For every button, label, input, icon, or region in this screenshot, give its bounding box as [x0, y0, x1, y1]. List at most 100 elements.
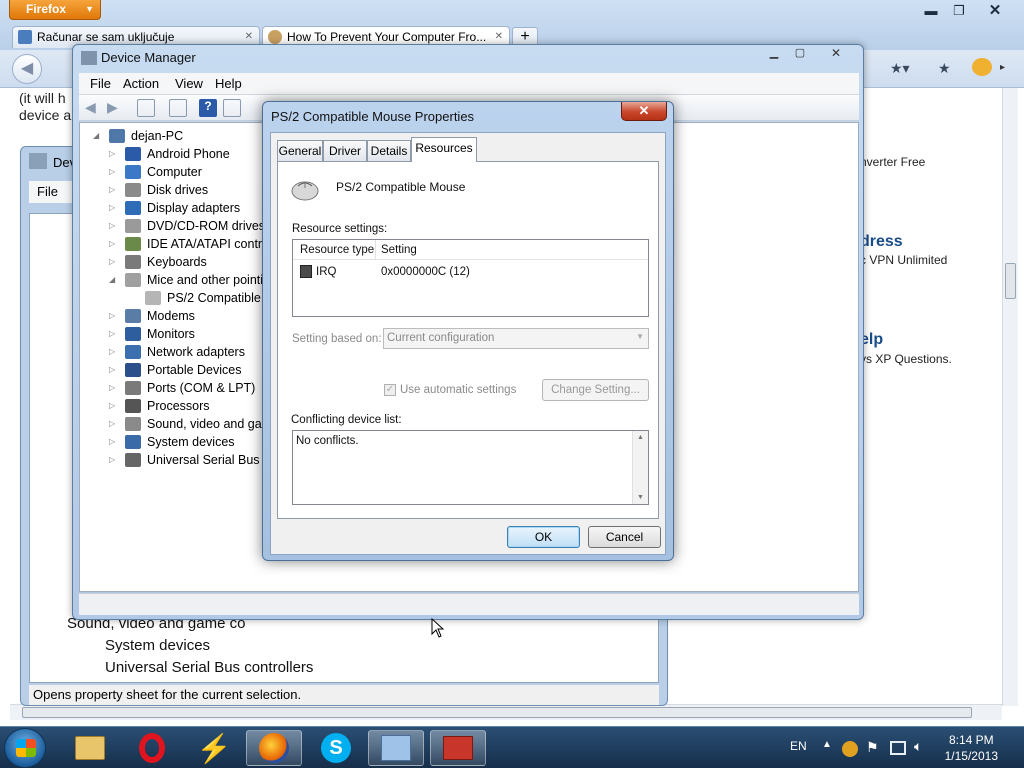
table-row[interactable]: IRQ 0x0000000C (12)	[293, 262, 648, 282]
setting-based-on-select[interactable]: Current configuration ▼	[383, 328, 649, 349]
menu-view[interactable]: View	[175, 76, 203, 91]
column-header-setting[interactable]: Setting	[381, 244, 417, 256]
expand-icon[interactable]: ▷	[109, 217, 119, 235]
side-heading-1[interactable]: dress	[860, 233, 903, 251]
maximize-icon[interactable]: ▢	[789, 45, 811, 63]
tab-driver[interactable]: Driver	[323, 140, 367, 161]
taskbar-device-manager[interactable]	[368, 730, 424, 766]
tree-item[interactable]: ▷ Computer	[109, 163, 202, 181]
tree-item[interactable]: ▷ Monitors	[109, 325, 195, 343]
overflow-icon[interactable]: ▸	[1000, 62, 1005, 73]
close-icon[interactable]: ✕	[815, 45, 857, 63]
taskbar-app[interactable]: ⚡	[186, 730, 242, 766]
expand-icon[interactable]: ▷	[109, 325, 119, 343]
bookmark-star-icon[interactable]: ★▾	[890, 60, 910, 77]
tree-item[interactable]: ▷ Universal Serial Bus co	[109, 451, 276, 469]
expand-icon[interactable]: ▷	[109, 199, 119, 217]
menu-help[interactable]: Help	[215, 76, 242, 91]
volume-icon[interactable]: 🔈︎	[914, 738, 922, 755]
expand-icon[interactable]: ▷	[109, 379, 119, 397]
clock[interactable]: 8:14 PM 1/15/2013	[945, 732, 998, 764]
help-icon[interactable]: ?	[199, 99, 217, 117]
tree-item[interactable]: ▷ Processors	[109, 397, 210, 415]
addon-face-icon[interactable]	[972, 58, 992, 76]
tree-item[interactable]: ▷ Network adapters	[109, 343, 245, 361]
tree-item[interactable]: ▷ Sound, video and gam	[109, 415, 272, 433]
start-button[interactable]	[4, 728, 46, 768]
minimize-icon[interactable]: ▬	[918, 2, 944, 20]
tree-item[interactable]: ▷ Disk drives	[109, 181, 208, 199]
maximize-icon[interactable]: ❐	[946, 2, 972, 20]
menu-file[interactable]: File	[37, 184, 58, 199]
tab-resources[interactable]: Resources	[411, 137, 477, 162]
tree-item[interactable]: ◢ Mice and other pointin	[109, 271, 270, 289]
collapse-icon[interactable]: ◢	[93, 127, 103, 145]
taskbar-explorer[interactable]	[62, 730, 118, 766]
tree-item[interactable]: ▷ Modems	[109, 307, 195, 325]
menu-action[interactable]: Action	[123, 76, 159, 91]
show-hide-tree-icon[interactable]	[137, 99, 155, 117]
action-center-flag-icon[interactable]: ⚑	[866, 739, 879, 756]
tray-app-icon[interactable]	[842, 741, 858, 757]
taskbar-skype[interactable]: S	[308, 730, 364, 766]
tree-item[interactable]: ▷ Android Phone	[109, 145, 230, 163]
ok-button[interactable]: OK	[507, 526, 580, 548]
language-indicator[interactable]: EN	[790, 739, 807, 753]
page-horizontal-scrollbar[interactable]	[10, 704, 1002, 720]
change-setting-button[interactable]: Change Setting...	[542, 379, 649, 401]
taskbar-toolbox[interactable]	[430, 730, 486, 766]
bookmarks-icon[interactable]: ★	[938, 60, 951, 77]
expand-icon[interactable]: ▷	[109, 397, 119, 415]
column-header-type[interactable]: Resource type	[300, 244, 374, 256]
show-hidden-icons-icon[interactable]: ▲	[822, 739, 832, 750]
back-arrow-icon[interactable]: ◀	[85, 99, 103, 117]
dialog-close-button[interactable]: ✕	[621, 102, 667, 121]
expand-icon[interactable]: ▷	[109, 235, 119, 253]
tab-general[interactable]: General	[277, 140, 323, 161]
scroll-down-icon[interactable]: ▼	[637, 494, 644, 501]
network-icon[interactable]	[890, 741, 906, 755]
tree-item[interactable]: ▷ IDE ATA/ATAPI contro	[109, 235, 269, 253]
expand-icon[interactable]: ▷	[109, 451, 119, 469]
tree-item[interactable]: ▷ DVD/CD-ROM drives	[109, 217, 265, 235]
h-scroll-thumb[interactable]	[22, 707, 972, 718]
conflicts-box[interactable]: No conflicts. ▲ ▼	[292, 430, 649, 505]
expand-icon[interactable]: ▷	[109, 361, 119, 379]
tree-item[interactable]: ▷ Keyboards	[109, 253, 207, 271]
scroll-thumb[interactable]	[1005, 263, 1016, 299]
tab-details[interactable]: Details	[367, 140, 411, 161]
expand-icon[interactable]: ▷	[109, 163, 119, 181]
firefox-menu-button[interactable]: Firefox ▼	[9, 0, 101, 20]
expand-icon[interactable]: ▷	[109, 307, 119, 325]
tree-item[interactable]: ▷ System devices	[109, 433, 235, 451]
scroll-up-icon[interactable]: ▲	[637, 434, 644, 441]
properties-icon[interactable]	[169, 99, 187, 117]
expand-icon[interactable]: ▷	[109, 253, 119, 271]
minimize-icon[interactable]: ▁	[763, 45, 785, 63]
tree-item[interactable]: ▷ Ports (COM & LPT)	[109, 379, 255, 397]
expand-icon[interactable]: ▷	[109, 181, 119, 199]
back-button[interactable]: ◀	[12, 54, 42, 84]
taskbar-firefox[interactable]	[246, 730, 302, 766]
conflicts-scrollbar[interactable]: ▲ ▼	[632, 431, 648, 504]
expand-icon[interactable]: ▷	[109, 145, 119, 163]
tree-item[interactable]: ▷ Portable Devices	[109, 361, 242, 379]
lightning-icon: ⚡	[196, 732, 232, 764]
view-icon[interactable]	[223, 99, 241, 117]
cancel-button[interactable]: Cancel	[588, 526, 661, 548]
tree-item-usb[interactable]: Universal Serial Bus controllers	[105, 659, 313, 676]
close-icon[interactable]: ✕	[982, 2, 1008, 20]
expand-icon[interactable]: ▷	[109, 433, 119, 451]
use-automatic-checkbox[interactable]: ✓	[384, 384, 396, 396]
tree-item[interactable]: ▷ Display adapters	[109, 199, 240, 217]
expand-icon[interactable]: ▷	[109, 343, 119, 361]
tree-item[interactable]: PS/2 Compatible M	[129, 289, 275, 307]
page-vertical-scrollbar[interactable]	[1002, 88, 1018, 706]
tree-root[interactable]: ◢ dejan-PC	[93, 127, 183, 145]
taskbar-opera[interactable]	[124, 730, 180, 766]
forward-arrow-icon[interactable]: ▶	[107, 99, 125, 117]
tree-item-system[interactable]: System devices	[105, 637, 210, 654]
collapse-icon[interactable]: ◢	[109, 271, 119, 289]
expand-icon[interactable]: ▷	[109, 415, 119, 433]
menu-file[interactable]: File	[90, 76, 111, 91]
